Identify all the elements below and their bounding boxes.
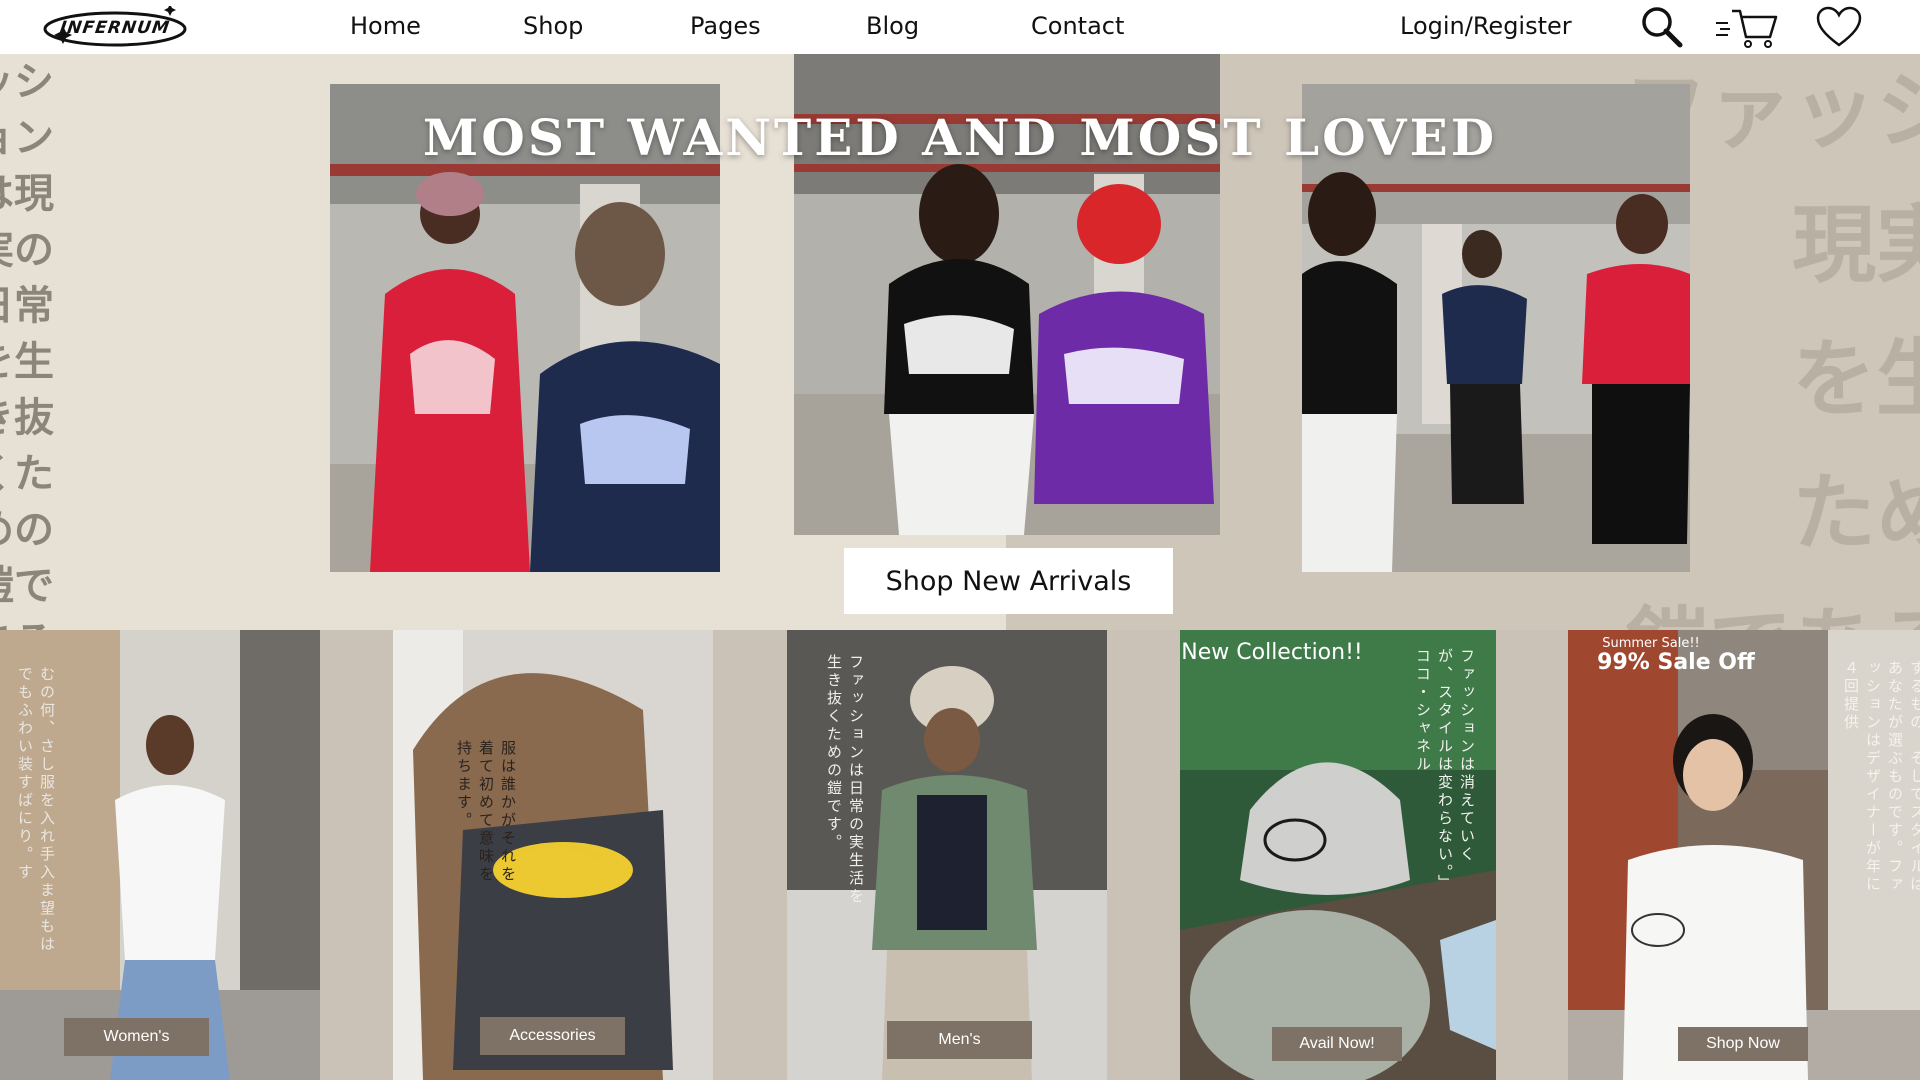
page: INFERNUM Home Shop Pages Blog Contact Lo… — [0, 0, 1920, 1080]
category-card-womens[interactable]: むの何、さし服を入れ手入ま望もはでもふわい装すばにり。す Women's — [0, 630, 320, 1080]
accessories-vertical-text: 服は誰かがそれを着て初めて意味を持ちます。 — [455, 740, 517, 884]
nav-home[interactable]: Home — [350, 12, 421, 40]
hero-jp-left-line: き抜 — [0, 395, 54, 441]
brand-logo[interactable]: INFERNUM — [40, 6, 190, 50]
heart-icon[interactable] — [1815, 4, 1863, 50]
mens-button[interactable]: Men's — [887, 1021, 1032, 1059]
hero-jp-left-line: 日常 — [0, 283, 54, 329]
nav-shop[interactable]: Shop — [523, 12, 583, 40]
avail-now-button[interactable]: Avail Now! — [1272, 1027, 1402, 1061]
login-register-link[interactable]: Login/Register — [1400, 12, 1572, 40]
summer-sale-title: 99% Sale Off — [1597, 650, 1755, 675]
womens-vertical-text: むの何、さし服を入れ手入ま望もはでもふわい装すばにり。す — [16, 666, 56, 954]
nav-contact[interactable]: Contact — [1031, 12, 1124, 40]
hero-jp-left-line: くた — [0, 451, 54, 497]
new-collection-vertical-text: ファッションは消えていくが、スタイルは変わらない。」ココ・シャネル — [1414, 648, 1476, 885]
summer-sale-vertical-text: するもの。そしてスタイルはあなたが選ぶものです。ファッションはデザイナーが年に４… — [1842, 660, 1920, 894]
shop-now-button[interactable]: Shop Now — [1678, 1027, 1808, 1061]
category-card-summer-sale[interactable]: Summer Sale!! 99% Sale Off するもの。そしてスタイルは… — [1568, 630, 1920, 1080]
hero-section: ッションは現実の日常を生き抜くための鎧である ファッシ現実を生ため鎧である — [0, 54, 1920, 630]
hero-jp-left-line: 実の — [0, 227, 54, 273]
hero-jp-left-line: は現 — [0, 171, 54, 217]
womens-button[interactable]: Women's — [64, 1018, 209, 1056]
shop-new-arrivals-button[interactable]: Shop New Arrivals — [844, 548, 1173, 614]
category-card-new-collection[interactable]: New Collection!! ファッションは消えていくが、スタイルは変わらな… — [1180, 630, 1496, 1080]
hero-title: MOST WANTED AND MOST LOVED — [422, 108, 1498, 167]
category-card-accessories[interactable]: 服は誰かがそれを着て初めて意味を持ちます。 Accessories — [393, 630, 713, 1080]
hero-jp-left-line: ある — [0, 614, 64, 630]
cart-icon[interactable] — [1714, 4, 1780, 50]
accessories-button[interactable]: Accessories — [480, 1017, 625, 1055]
search-icon[interactable] — [1638, 4, 1686, 50]
hero-jp-left-line: 鎧で — [0, 563, 54, 609]
mens-vertical-text: ファッションは日常の実生活を生き抜くための鎧です。 — [825, 654, 865, 906]
nav-blog[interactable]: Blog — [866, 12, 919, 40]
hero-jp-left-line: ッシ — [0, 59, 54, 105]
category-card-mens[interactable]: ファッションは日常の実生活を生き抜くための鎧です。 Men's — [787, 630, 1107, 1080]
logo-text: INFERNUM — [58, 18, 172, 38]
category-strip: むの何、さし服を入れ手入ま望もはでもふわい装すばにり。す Women's 服は誰… — [0, 630, 1920, 1080]
top-nav: INFERNUM Home Shop Pages Blog Contact Lo… — [0, 0, 1920, 54]
new-collection-title: New Collection!! — [1181, 640, 1363, 665]
hero-jp-right-line: 鎧である — [1500, 580, 1920, 630]
summer-sale-subtitle: Summer Sale!! — [1602, 636, 1700, 651]
nav-pages[interactable]: Pages — [690, 12, 761, 40]
hero-jp-left-line: めの — [0, 507, 54, 553]
hero-jp-left-line: を生 — [0, 339, 54, 385]
